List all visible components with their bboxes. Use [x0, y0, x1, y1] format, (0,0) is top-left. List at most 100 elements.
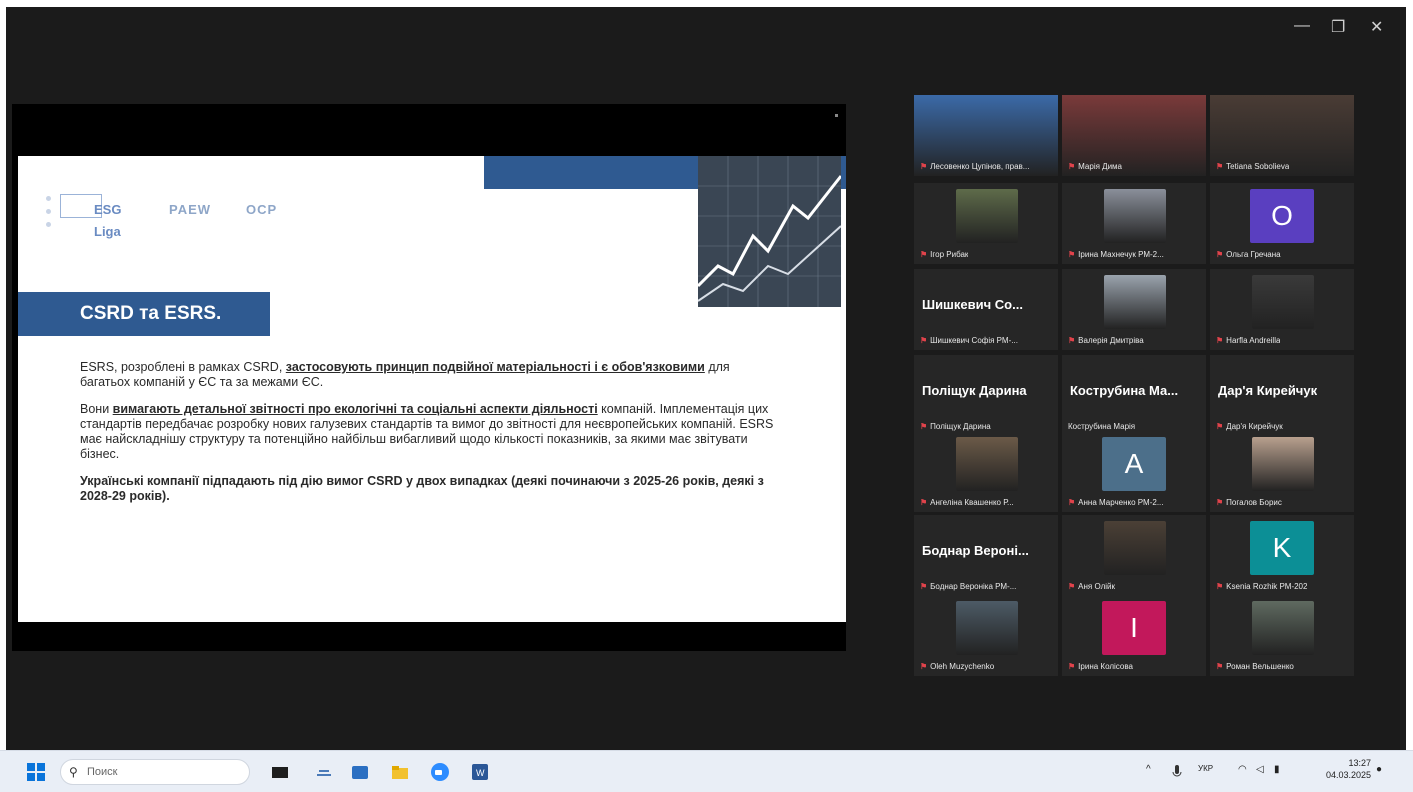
- file-explorer-icon[interactable]: [390, 762, 410, 782]
- muted-mic-icon: ⚑: [1216, 498, 1224, 507]
- restore-button[interactable]: ❐: [1331, 17, 1345, 37]
- participant-name-label: ⚑ Аня Олійк: [1068, 582, 1115, 591]
- participant-tile[interactable]: ⚑ Роман Вельшенко: [1210, 595, 1354, 676]
- logo-ocp: OCP: [246, 202, 278, 217]
- participant-name-label: ⚑ Шишкевич Софія РМ-...: [920, 336, 1018, 345]
- store-icon[interactable]: [350, 762, 370, 782]
- taskbar: ⚲ Поиск W ^ УКР ◠ ◁ ▮ 13:27 04.03.2025 ●: [0, 750, 1413, 792]
- muted-mic-icon: ⚑: [1216, 162, 1224, 171]
- task-view-icon[interactable]: [270, 762, 290, 782]
- logo-paew: PAEW: [169, 202, 212, 217]
- muted-mic-icon: ⚑: [1216, 662, 1224, 671]
- participant-tile[interactable]: ⚑ Лесовенко Цупінов, прав...: [914, 95, 1058, 176]
- search-icon: ⚲: [69, 765, 78, 779]
- battery-icon[interactable]: ▮: [1274, 764, 1280, 775]
- participant-name-label: ⚑ Ангеліна Квашенко Р...: [920, 498, 1014, 507]
- participant-name: Лесовенко Цупінов, прав...: [930, 162, 1030, 171]
- participant-name-label: ⚑ Ірина Махнечук РМ-2...: [1068, 250, 1164, 259]
- participant-name-label: ⚑ Валерія Дмитріва: [1068, 336, 1144, 345]
- participant-tile[interactable]: ⚑ Ірина Махнечук РМ-2...: [1062, 183, 1206, 264]
- logo-dots: [46, 196, 52, 235]
- logo-esg: ESG: [94, 202, 122, 217]
- desktop: — ❐ ✕ ESG Liga PAEW OCP CSRD та ESRS. ES…: [0, 0, 1413, 792]
- participant-name-label: ⚑ Лесовенко Цупінов, прав...: [920, 162, 1029, 171]
- participant-tile[interactable]: ⚑ Ігор Рибак: [914, 183, 1058, 264]
- participant-video: [1104, 521, 1166, 575]
- stock-chart-image: [698, 156, 841, 307]
- participant-avatar-letter: O: [1250, 189, 1314, 243]
- participant-tile[interactable]: ⚑ Марія Дима: [1062, 95, 1206, 176]
- muted-mic-icon: ⚑: [920, 250, 928, 259]
- participant-display-name: Поліщук Дарина: [922, 383, 1027, 398]
- slide-title: CSRD та ESRS.: [18, 292, 270, 336]
- participant-tile[interactable]: Дар'я Кирейчук ⚑ Дар'я Кирейчук: [1210, 355, 1354, 436]
- participant-tile[interactable]: O ⚑ Ольга Гречана: [1210, 183, 1354, 264]
- notifications-icon[interactable]: ●: [1376, 764, 1382, 775]
- participant-name: Ігор Рибак: [930, 250, 969, 259]
- participant-video: [956, 601, 1018, 655]
- muted-mic-icon: ⚑: [920, 422, 928, 431]
- muted-mic-icon: ⚑: [1068, 582, 1076, 591]
- volume-icon[interactable]: ◁: [1256, 764, 1264, 775]
- participant-tile[interactable]: A ⚑ Анна Марченко РМ-2...: [1062, 431, 1206, 512]
- participant-name: Ангеліна Квашенко Р...: [930, 498, 1014, 507]
- participant-video: [1252, 437, 1314, 491]
- participant-name: Ірина Колісова: [1078, 662, 1133, 671]
- participant-video: [1104, 275, 1166, 329]
- wifi-icon[interactable]: ◠: [1238, 764, 1247, 775]
- logo-liga: Liga: [94, 224, 121, 239]
- participant-video: [1252, 275, 1314, 329]
- show-hidden-icons[interactable]: ^: [1146, 764, 1151, 775]
- participant-tile[interactable]: Шишкевич Со... ⚑ Шишкевич Софія РМ-...: [914, 269, 1058, 350]
- search-input[interactable]: ⚲ Поиск: [60, 759, 250, 785]
- participant-name: Поліщук Дарина: [930, 422, 991, 431]
- participant-tile[interactable]: ⚑ Ангеліна Квашенко Р...: [914, 431, 1058, 512]
- participant-name: Harfla Andreilla: [1226, 336, 1281, 345]
- participant-name: Ольга Гречана: [1226, 250, 1281, 259]
- participant-tile[interactable]: ⚑ Валерія Дмитріва: [1062, 269, 1206, 350]
- clock[interactable]: 13:27 04.03.2025: [1326, 757, 1371, 781]
- participant-name-label: ⚑ Ірина Колісова: [1068, 662, 1133, 671]
- muted-mic-icon: ⚑: [920, 582, 928, 591]
- participant-name: Роман Вельшенко: [1226, 662, 1294, 671]
- participant-name: Oleh Muzychenko: [930, 662, 995, 671]
- participant-name: Tetiana Sobolieva: [1226, 162, 1290, 171]
- participant-name: Боднар Вероніка РМ-...: [930, 582, 1017, 591]
- paragraph-3: Українські компанії підпадають під дію в…: [80, 474, 764, 503]
- language-indicator[interactable]: УКР: [1198, 764, 1213, 773]
- muted-mic-icon: ⚑: [1216, 336, 1224, 345]
- minimize-button[interactable]: —: [1294, 17, 1310, 35]
- windows-start-icon[interactable]: [26, 762, 46, 782]
- participant-tile[interactable]: ⚑ Погалов Борис: [1210, 431, 1354, 512]
- zoom-app-icon[interactable]: [430, 762, 450, 782]
- participant-name: Анна Марченко РМ-2...: [1078, 498, 1164, 507]
- participant-tile[interactable]: ⚑ Аня Олійк: [1062, 515, 1206, 596]
- participant-tile[interactable]: ⚑ Harfla Andreilla: [1210, 269, 1354, 350]
- muted-mic-icon: ⚑: [920, 662, 928, 671]
- participant-tile[interactable]: ⚑ Tetiana Sobolieva: [1210, 95, 1354, 176]
- participant-name: Дар'я Кирейчук: [1226, 422, 1283, 431]
- participant-name-label: ⚑ Анна Марченко РМ-2...: [1068, 498, 1163, 507]
- word-app-icon[interactable]: W: [470, 762, 490, 782]
- participant-video: [956, 189, 1018, 243]
- participant-name-label: ⚑ Oleh Muzychenko: [920, 662, 994, 671]
- participant-tile[interactable]: ⚑ Oleh Muzychenko: [914, 595, 1058, 676]
- participant-name-label: ⚑ Марія Дима: [1068, 162, 1122, 171]
- paragraph-2: Вони вимагають детальної звітності про е…: [80, 402, 774, 461]
- muted-mic-icon: ⚑: [920, 498, 928, 507]
- muted-mic-icon: ⚑: [1216, 582, 1224, 591]
- participant-name-label: ⚑ Боднар Вероніка РМ-...: [920, 582, 1016, 591]
- microphone-icon[interactable]: [1170, 764, 1184, 780]
- close-button[interactable]: ✕: [1370, 17, 1383, 37]
- participant-tile[interactable]: K ⚑ Ksenia Rozhik РМ-202: [1210, 515, 1354, 596]
- weather-icon[interactable]: [314, 762, 334, 782]
- participant-video: [956, 437, 1018, 491]
- participant-tile[interactable]: Поліщук Дарина ⚑ Поліщук Дарина: [914, 355, 1058, 436]
- participant-tile[interactable]: Кострубина Ма... Кострубина Марія: [1062, 355, 1206, 436]
- participant-display-name: Боднар Вероні...: [922, 543, 1029, 558]
- participant-tile[interactable]: Боднар Вероні... ⚑ Боднар Вероніка РМ-...: [914, 515, 1058, 596]
- slide-body: ESRS, розроблені в рамках CSRD, застосов…: [80, 360, 780, 516]
- participant-name-label: ⚑ Ольга Гречана: [1216, 250, 1281, 259]
- participant-name: Кострубина Марія: [1068, 422, 1136, 431]
- participant-tile[interactable]: I ⚑ Ірина Колісова: [1062, 595, 1206, 676]
